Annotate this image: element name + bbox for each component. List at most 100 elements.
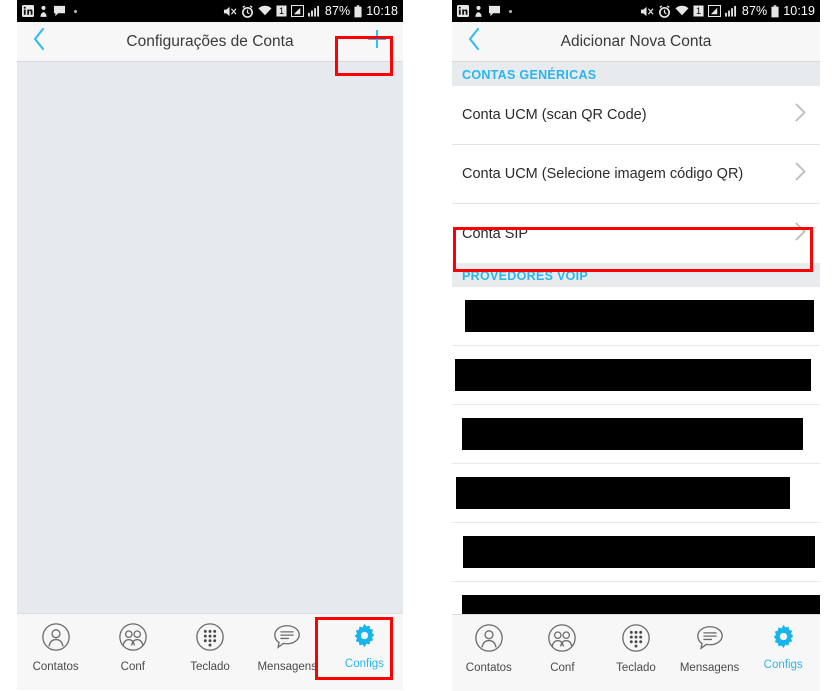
- signal-bars-icon: [724, 5, 738, 17]
- tab-label: Configs: [344, 658, 384, 670]
- messages-icon: [272, 622, 302, 657]
- bottom-tab-bar-right: Contatos Conf Teclado Mensagens Configs: [452, 614, 820, 691]
- status-bar-notification-icons: [457, 5, 512, 18]
- linkedin-icon: [457, 5, 469, 17]
- more-dot-icon: [74, 9, 77, 13]
- status-bar-system-icons: 1 87% 10:18: [223, 4, 398, 18]
- section-header-contas-genericas: CONTAS GENÉRICAS: [452, 62, 820, 86]
- list-item[interactable]: [452, 523, 820, 582]
- row-label: Conta UCM (scan QR Code): [462, 107, 647, 123]
- tab-mensagens[interactable]: Mensagens: [673, 623, 747, 674]
- tab-label: Mensagens: [679, 662, 740, 674]
- tab-conf[interactable]: Conf: [526, 623, 600, 674]
- mute-icon: [223, 5, 237, 18]
- redacted-provider-label: [462, 595, 820, 614]
- chevron-right-icon: [795, 103, 806, 127]
- add-account-list: CONTAS GENÉRICAS Conta UCM (scan QR Code…: [452, 62, 820, 614]
- add-account-button[interactable]: [351, 27, 403, 56]
- tab-label: Teclado: [190, 661, 230, 673]
- clock-label: 10:18: [366, 4, 398, 18]
- list-item[interactable]: [452, 346, 820, 405]
- tab-label: Configs: [763, 659, 803, 671]
- tab-contatos[interactable]: Contatos: [17, 622, 94, 673]
- tab-conf[interactable]: Conf: [94, 622, 171, 673]
- battery-percent-label: 87%: [741, 4, 768, 18]
- battery-icon: [354, 4, 362, 18]
- tab-contatos[interactable]: Contatos: [452, 623, 526, 674]
- battery-icon: [771, 4, 779, 18]
- tab-label: Contatos: [465, 662, 512, 674]
- clock-label: 10:19: [783, 4, 815, 18]
- redacted-provider-label: [462, 418, 803, 450]
- tab-label: Conf: [120, 661, 145, 673]
- row-label: Conta SIP: [462, 225, 529, 242]
- conference-icon: [547, 623, 577, 658]
- signal-sd-icon: [290, 5, 304, 17]
- chevron-right-icon: [795, 162, 806, 186]
- redacted-provider-label: [456, 477, 790, 509]
- svg-text:1: 1: [696, 6, 701, 16]
- redacted-provider-label: [455, 359, 811, 391]
- status-bar-notification-icons: [22, 5, 77, 18]
- status-bar-left: 1 87% 10:18: [17, 0, 403, 22]
- list-item[interactable]: [452, 405, 820, 464]
- mute-icon: [640, 5, 654, 18]
- app-header-left: Configurações de Conta: [17, 22, 403, 62]
- list-item[interactable]: [452, 464, 820, 523]
- row-label: Conta UCM (Selecione imagem código QR): [462, 166, 744, 182]
- contact-icon: [474, 5, 483, 18]
- conference-icon: [118, 622, 148, 657]
- wifi-icon: [258, 5, 272, 17]
- phone-screen-add-account: 1 87% 10:19 Adicionar Nova Conta CONTAS …: [452, 0, 820, 691]
- page-title: Adicionar Nova Conta: [560, 32, 712, 50]
- redacted-provider-label: [463, 536, 815, 568]
- tab-teclado[interactable]: Teclado: [171, 622, 248, 673]
- alarm-icon: [241, 4, 254, 18]
- tab-mensagens[interactable]: Mensagens: [249, 622, 326, 673]
- tab-configs[interactable]: Configs: [746, 623, 820, 671]
- messages-icon: [695, 623, 725, 658]
- row-conta-ucm-scan-qr[interactable]: Conta UCM (scan QR Code): [452, 86, 820, 145]
- tab-label: Contatos: [32, 661, 79, 673]
- gear-icon: [770, 623, 797, 655]
- tab-teclado[interactable]: Teclado: [599, 623, 673, 674]
- row-conta-ucm-selecione-qr[interactable]: Conta UCM (Selecione imagem código QR): [452, 145, 820, 204]
- sim-one-icon: 1: [276, 5, 287, 17]
- battery-percent-label: 87%: [324, 4, 351, 18]
- account-list-empty-area: [17, 62, 403, 613]
- alarm-icon: [658, 4, 671, 18]
- contact-icon: [39, 5, 48, 18]
- back-button[interactable]: [17, 27, 61, 56]
- chevron-right-icon: [795, 222, 806, 246]
- contacts-icon: [41, 622, 71, 657]
- redacted-provider-label: [465, 300, 814, 332]
- page-title: Configurações de Conta: [126, 32, 294, 50]
- list-item[interactable]: [452, 287, 820, 346]
- svg-text:1: 1: [279, 6, 284, 16]
- sim-one-icon: 1: [693, 5, 704, 17]
- bottom-tab-bar-left: Contatos Conf Teclado Mensagens Configs: [17, 613, 403, 690]
- tab-label: Mensagens: [257, 661, 317, 673]
- wifi-icon: [675, 5, 689, 17]
- signal-sd-icon: [707, 5, 721, 17]
- dialpad-icon: [621, 623, 651, 658]
- chevron-left-icon: [32, 27, 46, 56]
- row-conta-sip[interactable]: Conta SIP: [452, 204, 820, 263]
- back-button[interactable]: [452, 27, 496, 56]
- tab-label: Conf: [550, 662, 575, 674]
- app-header-right: Adicionar Nova Conta: [452, 22, 820, 62]
- status-bar-right: 1 87% 10:19: [452, 0, 820, 22]
- signal-bars-icon: [307, 5, 321, 17]
- phone-screen-account-settings: 1 87% 10:18 Configurações de Conta Conta…: [17, 0, 403, 691]
- gear-icon: [351, 622, 378, 654]
- message-icon: [488, 5, 501, 17]
- more-dot-icon: [509, 9, 512, 13]
- message-icon: [53, 5, 66, 17]
- tab-label: Teclado: [616, 662, 656, 674]
- tab-configs[interactable]: Configs: [326, 622, 403, 670]
- contacts-icon: [474, 623, 504, 658]
- linkedin-icon: [22, 5, 34, 17]
- list-item[interactable]: [452, 582, 820, 614]
- chevron-left-icon: [467, 27, 481, 56]
- status-bar-system-icons: 1 87% 10:19: [640, 4, 815, 18]
